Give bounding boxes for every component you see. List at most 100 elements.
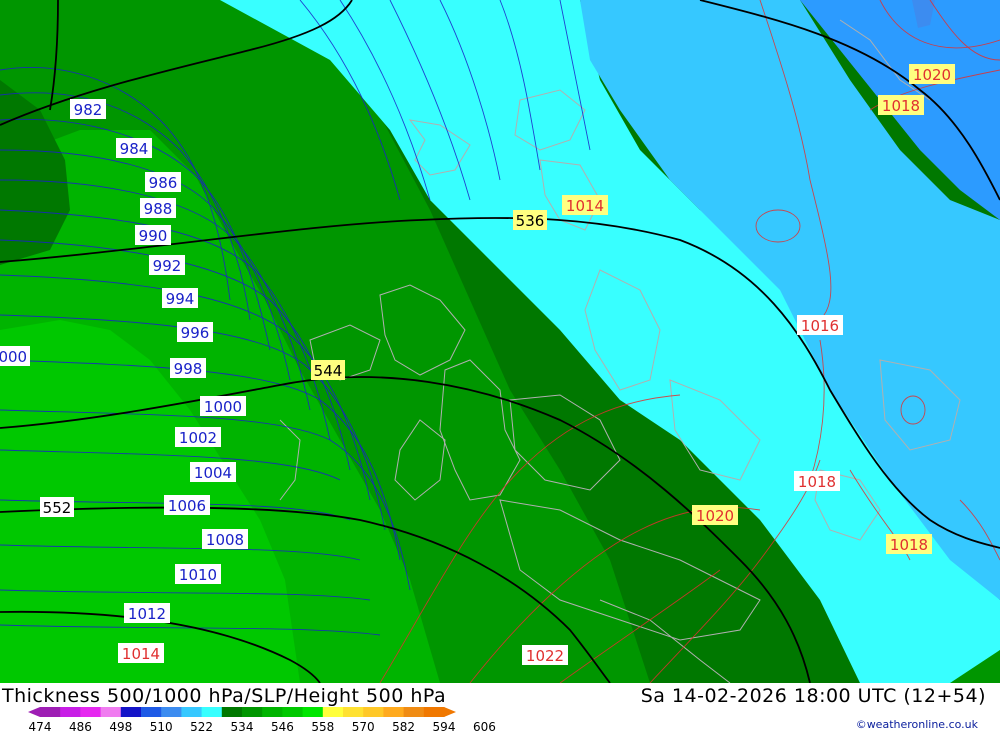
svg-text:1018: 1018 [890,536,928,554]
legend-swatch [40,707,61,717]
svg-text:1016: 1016 [801,317,839,335]
svg-text:544: 544 [314,362,343,380]
legend-swatch [282,707,304,717]
legend-swatch [343,707,364,717]
legend-swatch [383,707,405,717]
legend-tick-label: 498 [109,720,132,733]
legend-tick-label: 534 [231,720,254,733]
svg-text:1022: 1022 [526,647,564,665]
legend-swatch [242,707,263,717]
svg-text:1012: 1012 [128,605,166,623]
svg-text:994: 994 [166,290,195,308]
isobar-label-1018-mid: 1018 [794,471,840,491]
svg-text:1020: 1020 [913,66,951,84]
isobar-label-986: 986 [145,172,181,192]
svg-text:536: 536 [516,212,545,230]
legend-swatch [181,707,203,717]
height-label-552: 552 [40,497,74,517]
legend-ticks: 474 486 498 510 522 534 546 558 570 582 594 606 [29,720,496,733]
legend-tick-label: 510 [150,720,173,733]
isobar-label-994: 994 [162,288,198,308]
svg-text:996: 996 [181,324,210,342]
isobar-label-998: 998 [170,358,206,378]
svg-text:998: 998 [174,360,203,378]
isobar-label-1014-west: 1014 [118,643,164,663]
weather-map-view: 982 984 986 988 990 992 994 996 998 1000… [0,0,1000,733]
svg-text:1018: 1018 [882,97,920,115]
isobar-label-982: 982 [70,99,106,119]
svg-text:984: 984 [120,140,149,158]
legend-arrow-left [28,707,40,717]
svg-text:1014: 1014 [566,197,604,215]
svg-text:1018: 1018 [798,473,836,491]
map-footer: Thickness 500/1000 hPa/SLP/Height 500 hP… [0,683,1000,733]
legend-swatch [161,707,182,717]
map-datetime: Sa 14-02-2026 18:00 UTC (12+54) [640,685,986,707]
height-label-544: 544 [311,360,345,380]
svg-text:986: 986 [149,174,178,192]
isobar-label-1020: 1020 [692,505,738,525]
svg-text:1020: 1020 [696,507,734,525]
svg-text:1000: 1000 [204,398,242,416]
legend-tick-label: 522 [190,720,213,733]
legend-swatch [363,707,384,717]
isobar-label-1012: 1012 [124,603,170,623]
color-legend: 474 486 498 510 522 534 546 558 570 582 594 606 [28,707,496,733]
legend-tick-label: 582 [392,720,415,733]
isobar-label-1006: 1006 [164,495,210,515]
legend-swatch [221,707,243,717]
isobar-label-1020-north: 1020 [909,64,955,84]
legend-tick-label: 474 [29,720,52,733]
svg-text:992: 992 [153,257,182,275]
svg-text:1000: 1000 [0,348,27,366]
svg-text:982: 982 [74,101,103,119]
isobar-label-984: 984 [116,138,152,158]
legend-swatch [80,707,102,717]
isobar-label-1008: 1008 [202,529,248,549]
isobar-label-990: 990 [135,225,171,245]
isobar-label-1018-east: 1018 [886,534,932,554]
isobar-label-1004: 1004 [190,462,236,482]
svg-text:1014: 1014 [122,645,160,663]
isobar-label-1016: 1016 [797,315,843,335]
legend-tick-label: 486 [69,720,92,733]
legend-tick-label: 570 [352,720,375,733]
svg-text:1006: 1006 [168,497,206,515]
legend-swatches [28,707,456,717]
legend-swatch [201,707,223,717]
legend-swatch [302,707,324,717]
isobar-label-1014: 1014 [562,195,608,215]
legend-tick-label: 558 [311,720,334,733]
legend-swatch [423,707,445,717]
isobar-label-1018-north: 1018 [878,95,924,115]
legend-swatch [322,707,344,717]
height-label-536: 536 [513,210,547,230]
legend-swatch [141,707,162,717]
credit-text: ©weatheronline.co.uk [855,718,978,731]
legend-swatch [262,707,283,717]
svg-text:1010: 1010 [179,566,217,584]
isobar-label-996: 996 [177,322,213,342]
isobar-label-1022: 1022 [522,645,568,665]
isobar-label-1002: 1002 [175,427,221,447]
isobar-label-1000-west: 1000 [0,346,30,366]
svg-text:988: 988 [144,200,173,218]
legend-swatch [403,707,425,717]
legend-swatch [60,707,81,717]
svg-text:552: 552 [43,499,72,517]
legend-tick-label: 546 [271,720,294,733]
legend-tick-label: 594 [433,720,456,733]
isobar-label-992: 992 [149,255,185,275]
map-canvas: 982 984 986 988 990 992 994 996 998 1000… [0,0,1000,683]
isobar-label-988: 988 [140,198,176,218]
legend-tick-label: 606 [473,720,496,733]
svg-text:1004: 1004 [194,464,232,482]
svg-text:1008: 1008 [206,531,244,549]
svg-text:990: 990 [139,227,168,245]
legend-swatch [100,707,122,717]
legend-arrow-right [444,707,456,717]
map-title: Thickness 500/1000 hPa/SLP/Height 500 hP… [2,685,447,707]
isobar-label-1000: 1000 [200,396,246,416]
isobar-label-1010: 1010 [175,564,221,584]
legend-swatch [120,707,142,717]
